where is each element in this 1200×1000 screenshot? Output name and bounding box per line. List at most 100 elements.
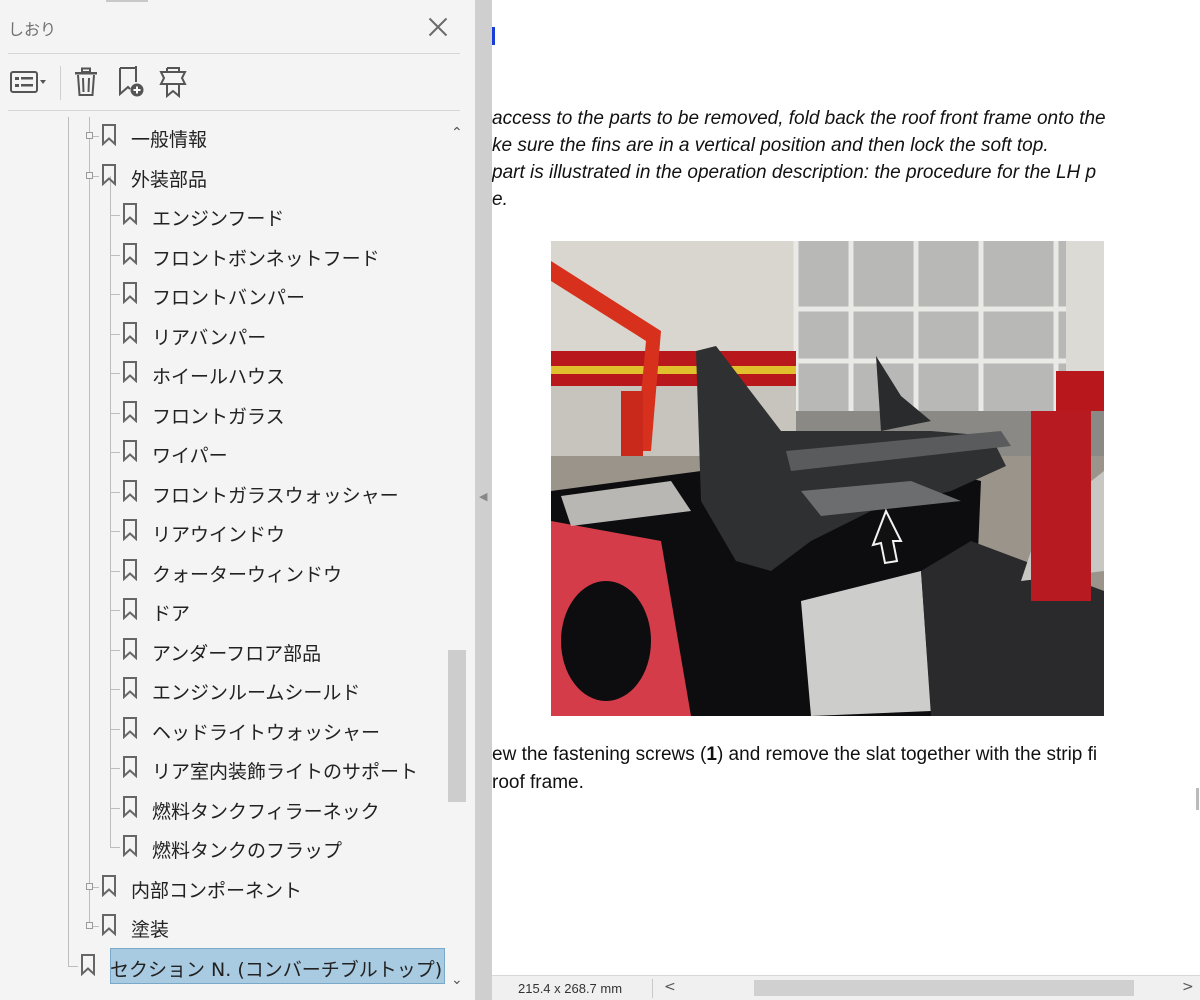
bookmark-item[interactable]: 燃料タンクのフラップ <box>0 828 445 866</box>
bookmark-label: リア室内装飾ライトのサポート <box>152 761 419 783</box>
bookmark-icon <box>101 875 117 898</box>
bookmark-item[interactable]: リアバンパー <box>0 315 445 353</box>
bookmark-label: フロントガラスウォッシャー <box>152 485 399 507</box>
tree-branch-line <box>110 768 120 769</box>
tree-branch-line <box>110 294 120 295</box>
roof-frame-photo <box>551 241 1104 716</box>
scroll-down-arrow-icon[interactable]: ⌄ <box>451 972 463 988</box>
bookmark-item[interactable]: アンダーフロア部品 <box>0 631 445 669</box>
bookmark-label: ヘッドライトウォッシャー <box>152 722 381 744</box>
trash-icon <box>75 67 97 96</box>
bookmark-label: 燃料タンクのフラップ <box>152 840 343 862</box>
bookmark-label: エンジンフード <box>152 208 285 230</box>
bookmark-label: クォーターウィンドウ <box>152 564 343 586</box>
bookmark-item[interactable]: フロントガラスウォッシャー <box>0 473 445 511</box>
bookmark-item[interactable]: 外装部品 <box>0 157 445 195</box>
bookmark-item[interactable]: ドア <box>0 591 445 629</box>
bookmark-label: ワイパー <box>152 445 228 467</box>
tree-branch-line <box>110 255 120 256</box>
bookmark-label: フロントボンネットフード <box>152 248 380 270</box>
scroll-up-arrow-icon[interactable]: ⌃ <box>451 125 463 141</box>
bookmark-item[interactable]: エンジンルームシールド <box>0 670 445 708</box>
bookmark-item[interactable]: 内部コンポーネント <box>0 868 445 906</box>
bookmark-label: 塗装 <box>131 919 170 941</box>
bookmarks-toolbar <box>0 60 460 106</box>
bookmark-icon <box>122 401 138 424</box>
expand-toggle-icon[interactable] <box>86 922 93 929</box>
divider <box>8 110 460 111</box>
expand-toggle-icon[interactable] <box>86 172 93 179</box>
tree-branch-line <box>110 689 120 690</box>
bookmark-item[interactable]: 一般情報 <box>0 117 445 155</box>
tree-branch-line <box>110 452 120 453</box>
panel-title: しおり <box>8 20 57 39</box>
document-view: access to the parts to be removed, fold … <box>492 0 1200 975</box>
bookmark-icon <box>80 954 96 977</box>
bookmark-item[interactable]: フロントガラス <box>0 394 445 432</box>
bookmark-item[interactable]: フロントボンネットフード <box>0 236 445 274</box>
bookmark-item[interactable]: クォーターウィンドウ <box>0 552 445 590</box>
new-bookmark-button[interactable] <box>110 64 150 100</box>
heading-fragment <box>492 27 495 45</box>
bookmark-tag-icon <box>159 67 187 98</box>
bookmark-icon <box>101 914 117 937</box>
toolbar-separator <box>60 66 61 100</box>
paragraph-line: ke sure the fins are in a vertical posit… <box>492 135 1049 156</box>
bookmarks-scrollbar[interactable]: ⌃ ⌄ <box>446 117 468 992</box>
bookmark-label: リアウインドウ <box>152 524 286 546</box>
tree-branch-line <box>110 650 120 651</box>
panel-splitter[interactable]: ◀ <box>475 0 492 1000</box>
expand-toggle-icon[interactable] <box>86 883 93 890</box>
bookmark-icon <box>122 440 138 463</box>
tree-branch-line <box>110 847 120 848</box>
bookmark-item[interactable]: ワイパー <box>0 433 445 471</box>
scroll-right-arrow-icon[interactable]: > <box>1182 979 1194 995</box>
bookmark-label: アンダーフロア部品 <box>152 643 322 665</box>
delete-bookmark-button[interactable] <box>66 64 106 100</box>
paragraph-line: access to the parts to be removed, fold … <box>492 108 1106 129</box>
scroll-thumb[interactable] <box>448 650 466 802</box>
expand-toggle-icon[interactable] <box>86 132 93 139</box>
bookmark-label: 燃料タンクフィラーネック <box>152 801 380 823</box>
bookmark-icon <box>122 717 138 740</box>
bookmark-item[interactable]: リアウインドウ <box>0 512 445 550</box>
bookmark-icon <box>122 203 138 226</box>
status-separator <box>652 979 653 998</box>
bookmark-item[interactable]: フロントバンパー <box>0 275 445 313</box>
tree-branch-line <box>110 413 120 414</box>
bookmark-icon <box>122 480 138 503</box>
tree-branch-line <box>110 729 120 730</box>
tree-branch-line <box>110 215 120 216</box>
bookmark-item[interactable]: リア室内装飾ライトのサポート <box>0 749 445 787</box>
bookmark-icon <box>122 796 138 819</box>
bookmark-label: 内部コンポーネント <box>131 880 303 902</box>
bookmark-icon <box>122 361 138 384</box>
paragraph-line: e. <box>492 189 508 210</box>
bookmark-item[interactable]: エンジンフード <box>0 196 445 234</box>
bookmarks-panel: しおり 一般情報 外装部品 エンジンフード フロントボンネットフード フロントバ… <box>0 0 475 1000</box>
bookmark-item[interactable]: 塗装 <box>0 907 445 945</box>
options-menu-button[interactable] <box>6 64 50 100</box>
horizontal-scroll-thumb[interactable] <box>754 980 1134 996</box>
bookmark-icon <box>101 164 117 187</box>
bookmark-item[interactable]: 燃料タンクフィラーネック <box>0 789 445 827</box>
bookmark-icon <box>122 322 138 345</box>
bookmark-label: フロントガラス <box>152 406 285 428</box>
close-panel-button[interactable] <box>423 12 453 42</box>
bookmark-icon <box>122 598 138 621</box>
tree-branch-line <box>110 334 120 335</box>
tag-bookmark-button[interactable] <box>153 64 193 100</box>
bookmark-label: エンジンルームシールド <box>152 682 361 704</box>
bookmark-label: 一般情報 <box>131 129 208 151</box>
bookmark-item[interactable]: ヘッドライトウォッシャー <box>0 710 445 748</box>
collapse-panel-arrow-icon[interactable]: ◀ <box>479 490 487 503</box>
scroll-left-arrow-icon[interactable]: < <box>664 979 676 995</box>
bookmark-icon <box>122 677 138 700</box>
paragraph-line: roof frame. <box>492 772 584 793</box>
bookmark-label: フロントバンパー <box>152 287 305 309</box>
tree-branch-line <box>110 492 120 493</box>
bookmark-add-icon <box>119 66 144 97</box>
bookmark-item[interactable]: セクション N. (コンバーチブルトップ) <box>0 947 445 985</box>
page-size-readout: 215.4 x 268.7 mm <box>518 981 623 996</box>
bookmark-item[interactable]: ホイールハウス <box>0 354 445 392</box>
